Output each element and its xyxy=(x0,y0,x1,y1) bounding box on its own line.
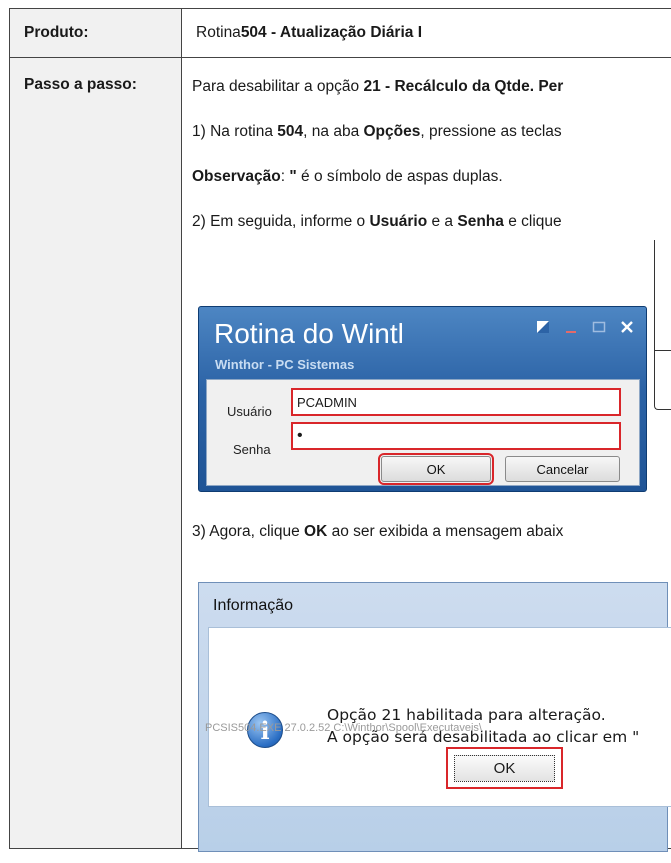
cancel-button[interactable]: Cancelar xyxy=(505,456,620,482)
user-input[interactable]: PCADMIN xyxy=(291,388,621,416)
steps-label: Passo a passo: xyxy=(10,58,182,848)
observation-note: Observação: " é o símbolo de aspas dupla… xyxy=(192,168,503,185)
step-3: 3) Agora, clique OK ao ser exibida a men… xyxy=(192,523,564,540)
login-dialog-title: Rotina do Wintl xyxy=(214,318,404,349)
step-intro: Para desabilitar a opção 21 - Recálculo … xyxy=(192,78,564,95)
ok-button[interactable]: OK xyxy=(378,453,494,485)
executable-path: PCSIS504.EXE 27.0.2.52 C:\Winthor\Spool\… xyxy=(205,722,482,734)
window-controls xyxy=(534,317,636,337)
cropped-frame-edge xyxy=(654,240,671,410)
info-dialog: Informação i Opção 21 habilitada para al… xyxy=(198,582,671,852)
login-form: Usuário PCADMIN Senha • OK Cancelar xyxy=(206,379,640,486)
step-2: 2) Em seguida, informe o Usuário e a Sen… xyxy=(192,213,562,230)
cropped-frame-line xyxy=(654,350,671,351)
password-label: Senha xyxy=(233,442,271,457)
product-label: Produto: xyxy=(10,9,182,57)
info-ok-label: OK xyxy=(454,755,555,782)
info-dialog-body: i Opção 21 habilitada para alteração. A … xyxy=(208,627,671,807)
product-row: Produto: Rotina 504 - Atualização Diária… xyxy=(10,9,671,58)
info-dialog-title: Informação xyxy=(213,597,294,614)
minimize-icon[interactable] xyxy=(562,317,580,337)
maximize-icon[interactable] xyxy=(590,317,608,337)
login-dialog-subtitle: Winthor - PC Sistemas xyxy=(215,357,355,372)
login-dialog: Rotina do Wintl Winthor - PC Sistemas Us… xyxy=(198,306,647,492)
step-1: 1) Na rotina 504, na aba Opções, pressio… xyxy=(192,123,562,140)
close-icon[interactable] xyxy=(618,317,636,337)
user-label: Usuário xyxy=(227,404,272,419)
info-ok-button[interactable]: OK xyxy=(446,747,563,789)
product-value: Rotina 504 - Atualização Diária I xyxy=(196,24,423,41)
password-input[interactable]: • xyxy=(291,422,621,450)
restore-icon[interactable] xyxy=(534,317,552,337)
